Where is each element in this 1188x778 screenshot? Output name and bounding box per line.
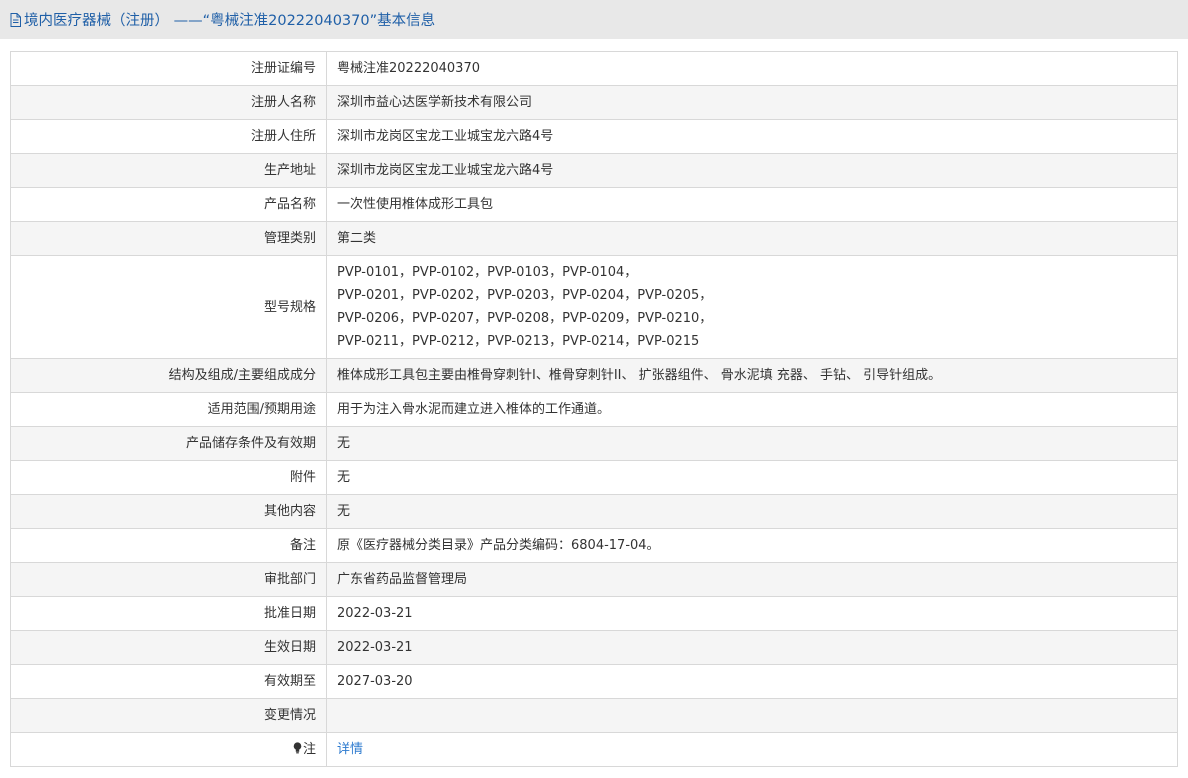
spec-line: PVP-0211，PVP-0212，PVP-0213，PVP-0214，PVP-… xyxy=(337,334,700,349)
table-row: 管理类别 第二类 xyxy=(10,221,1178,256)
row-label: 附件 xyxy=(10,460,327,495)
spec-line: PVP-0201，PVP-0202，PVP-0203，PVP-0204，PVP-… xyxy=(337,288,713,303)
note-label: 注 xyxy=(302,742,316,757)
spec-line: PVP-0101，PVP-0102，PVP-0103，PVP-0104， xyxy=(337,265,638,280)
lightbulb-icon xyxy=(293,742,302,754)
row-value: 2022-03-21 xyxy=(326,630,1178,665)
row-label: 产品储存条件及有效期 xyxy=(10,426,327,461)
row-label: 变更情况 xyxy=(10,698,327,733)
table-row: 生产地址 深圳市龙岗区宝龙工业城宝龙六路4号 xyxy=(10,153,1178,188)
row-value: 粤械注准20222040370 xyxy=(326,51,1178,86)
row-value: 2027-03-20 xyxy=(326,664,1178,699)
row-value: 深圳市龙岗区宝龙工业城宝龙六路4号 xyxy=(326,119,1178,154)
row-label: 适用范围/预期用途 xyxy=(10,392,327,427)
row-label-note: 注 xyxy=(10,732,327,767)
row-label: 注册人名称 xyxy=(10,85,327,120)
table-row: 批准日期 2022-03-21 xyxy=(10,596,1178,631)
row-value: 一次性使用椎体成形工具包 xyxy=(326,187,1178,222)
table-row: 产品名称 一次性使用椎体成形工具包 xyxy=(10,187,1178,222)
row-value: 广东省药品监督管理局 xyxy=(326,562,1178,597)
row-label: 产品名称 xyxy=(10,187,327,222)
row-label: 管理类别 xyxy=(10,221,327,256)
row-value: 原《医疗器械分类目录》产品分类编码：6804-17-04。 xyxy=(326,528,1178,563)
row-value: 用于为注入骨水泥而建立进入椎体的工作通道。 xyxy=(326,392,1178,427)
row-value: 无 xyxy=(326,460,1178,495)
details-link[interactable]: 详情 xyxy=(337,742,363,757)
table-row: 生效日期 2022-03-21 xyxy=(10,630,1178,665)
spec-line: PVP-0206，PVP-0207，PVP-0208，PVP-0209，PVP-… xyxy=(337,311,713,326)
table-row: 结构及组成/主要组成成分 椎体成形工具包主要由椎骨穿刺针I、椎骨穿刺针II、 扩… xyxy=(10,358,1178,393)
row-label: 型号规格 xyxy=(10,255,327,359)
row-value: 深圳市益心达医学新技术有限公司 xyxy=(326,85,1178,120)
table-row: 注册人住所 深圳市龙岗区宝龙工业城宝龙六路4号 xyxy=(10,119,1178,154)
row-label: 备注 xyxy=(10,528,327,563)
row-label: 其他内容 xyxy=(10,494,327,529)
row-value: 2022-03-21 xyxy=(326,596,1178,631)
table-row-spec: 型号规格 PVP-0101，PVP-0102，PVP-0103，PVP-0104… xyxy=(10,255,1178,359)
row-label: 审批部门 xyxy=(10,562,327,597)
row-label: 注册证编号 xyxy=(10,51,327,86)
table-row: 审批部门 广东省药品监督管理局 xyxy=(10,562,1178,597)
row-label: 批准日期 xyxy=(10,596,327,631)
document-icon xyxy=(10,12,21,27)
row-value: 无 xyxy=(326,426,1178,461)
row-label: 生产地址 xyxy=(10,153,327,188)
table-row: 产品储存条件及有效期 无 xyxy=(10,426,1178,461)
table-row: 适用范围/预期用途 用于为注入骨水泥而建立进入椎体的工作通道。 xyxy=(10,392,1178,427)
row-value: 椎体成形工具包主要由椎骨穿刺针I、椎骨穿刺针II、 扩张器组件、 骨水泥填 充器… xyxy=(326,358,1178,393)
table-row: 变更情况 xyxy=(10,698,1178,733)
table-row: 注册证编号 粤械注准20222040370 xyxy=(10,51,1178,86)
row-label: 结构及组成/主要组成成分 xyxy=(10,358,327,393)
row-value xyxy=(326,698,1178,733)
row-value: 深圳市龙岗区宝龙工业城宝龙六路4号 xyxy=(326,153,1178,188)
page-header: 境内医疗器械（注册） ——“粤械注准20222040370”基本信息 xyxy=(0,0,1188,39)
row-value-note: 详情 xyxy=(326,732,1178,767)
table-row-note: 注 详情 xyxy=(10,732,1178,767)
row-label: 注册人住所 xyxy=(10,119,327,154)
table-row: 附件 无 xyxy=(10,460,1178,495)
row-label: 有效期至 xyxy=(10,664,327,699)
info-table-container: 注册证编号 粤械注准20222040370 注册人名称 深圳市益心达医学新技术有… xyxy=(10,51,1178,767)
row-label: 生效日期 xyxy=(10,630,327,665)
table-row: 备注 原《医疗器械分类目录》产品分类编码：6804-17-04。 xyxy=(10,528,1178,563)
row-value-spec: PVP-0101，PVP-0102，PVP-0103，PVP-0104， PVP… xyxy=(326,255,1178,359)
table-row: 有效期至 2027-03-20 xyxy=(10,664,1178,699)
page-title: 境内医疗器械（注册） ——“粤械注准20222040370”基本信息 xyxy=(24,13,436,29)
info-table: 注册证编号 粤械注准20222040370 注册人名称 深圳市益心达医学新技术有… xyxy=(10,51,1178,767)
row-value: 无 xyxy=(326,494,1178,529)
row-value: 第二类 xyxy=(326,221,1178,256)
table-row: 注册人名称 深圳市益心达医学新技术有限公司 xyxy=(10,85,1178,120)
table-row: 其他内容 无 xyxy=(10,494,1178,529)
